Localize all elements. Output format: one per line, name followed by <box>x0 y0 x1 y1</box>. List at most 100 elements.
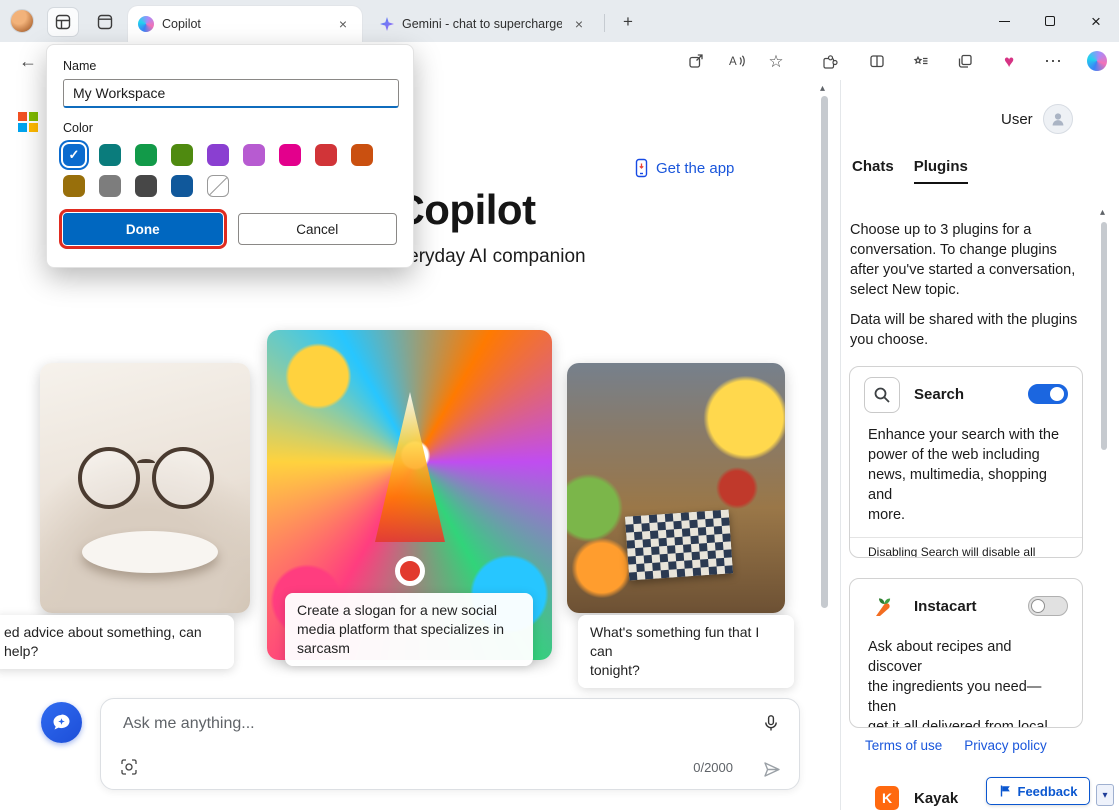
color-swatch-bronze[interactable] <box>63 175 85 197</box>
ellipsis-icon: ⋯ <box>1044 52 1062 70</box>
color-swatch-orange[interactable] <box>351 144 373 166</box>
plugin-description: Ask about recipes and discover the ingre… <box>850 635 1082 728</box>
char-counter: 0/2000 <box>693 760 733 775</box>
flag-icon <box>999 784 1012 798</box>
read-aloud-icon: A <box>728 53 745 69</box>
favorites-button[interactable] <box>905 46 937 76</box>
cancel-button[interactable]: Cancel <box>238 213 398 245</box>
browser-window: Copilot × Gemini - chat to supercharge y… <box>0 0 1119 810</box>
maximize-button[interactable] <box>1027 0 1073 42</box>
collections-icon <box>957 53 973 69</box>
split-screen-icon <box>869 53 885 69</box>
main-scrollbar-thumb[interactable] <box>821 96 828 608</box>
color-swatch-none[interactable] <box>207 175 229 197</box>
kayak-icon: K <box>875 786 899 810</box>
color-swatch-darkgray[interactable] <box>135 175 157 197</box>
minimize-button[interactable] <box>981 0 1027 42</box>
workspace-name-input[interactable] <box>63 79 399 108</box>
tab-gemini[interactable]: Gemini - chat to supercharge yo × <box>370 9 598 39</box>
workspaces-button[interactable] <box>48 8 78 36</box>
color-swatch-red[interactable] <box>315 144 337 166</box>
feedback-button[interactable]: Feedback <box>986 777 1090 805</box>
svg-text:A: A <box>729 56 737 68</box>
new-topic-button[interactable] <box>41 702 82 743</box>
tab-chats[interactable]: Chats <box>852 158 894 184</box>
chat-bubble-icon <box>51 712 72 733</box>
heart-icon: ♥ <box>1004 53 1014 70</box>
tab-close-icon[interactable]: × <box>570 15 588 33</box>
done-button[interactable]: Done <box>63 213 223 245</box>
plugin-card-kayak-partial: K Kayak <box>875 786 958 810</box>
titlebar: Copilot × Gemini - chat to supercharge y… <box>0 0 1119 42</box>
tab-copilot[interactable]: Copilot × <box>128 6 362 42</box>
prompt-card-glasses[interactable] <box>40 363 250 613</box>
ms-logo-yellow <box>29 123 38 132</box>
user-label: User <box>1001 111 1033 128</box>
tab-actions-icon <box>97 14 113 30</box>
feedback-label: Feedback <box>1018 784 1078 799</box>
instacart-toggle[interactable] <box>1028 596 1068 616</box>
copilot-sidebar-button[interactable] <box>1081 46 1113 76</box>
color-swatch-magenta[interactable] <box>279 144 301 166</box>
plugin-header: Instacart <box>850 579 1082 635</box>
plugin-name: Kayak <box>914 790 958 807</box>
data-share-note: Data will be shared with the plugins you… <box>850 310 1080 350</box>
star-icon: ☆ <box>768 53 783 70</box>
color-swatch-teal[interactable] <box>99 144 121 166</box>
profile-avatar[interactable] <box>10 9 34 33</box>
name-label: Name <box>63 59 397 73</box>
workspace-edit-popup: Name Color Done Cancel <box>46 44 414 268</box>
plugin-name: Instacart <box>914 598 977 615</box>
glasses-graphic <box>137 459 155 467</box>
read-aloud-button[interactable]: A <box>720 46 752 76</box>
prompt-card-snacks[interactable] <box>567 363 785 613</box>
favorite-star-button[interactable]: ☆ <box>760 46 792 76</box>
search-toggle[interactable] <box>1028 384 1068 404</box>
microphone-button[interactable] <box>757 709 785 737</box>
microsoft-logo[interactable] <box>18 112 38 132</box>
share-button[interactable] <box>680 46 712 76</box>
prompt-caption: ed advice about something, can help? <box>0 615 234 669</box>
glasses-graphic <box>78 447 140 509</box>
color-swatch-purple[interactable] <box>207 144 229 166</box>
back-button[interactable]: ← <box>12 46 44 76</box>
visual-search-button[interactable] <box>115 753 143 781</box>
settings-more-button[interactable]: ⋯ <box>1037 46 1069 76</box>
panel-scroll-down-arrow[interactable]: ▾ <box>1096 784 1114 806</box>
prompt-caption: What's something fun that I can tonight? <box>578 615 794 688</box>
new-tab-button[interactable]: + <box>614 9 642 35</box>
chat-text-input[interactable] <box>123 712 683 736</box>
collections-button[interactable] <box>949 46 981 76</box>
color-swatch-green[interactable] <box>135 144 157 166</box>
tab-title: Copilot <box>162 17 326 31</box>
panel-scroll-up-arrow[interactable]: ▴ <box>1100 208 1105 218</box>
send-button[interactable] <box>757 755 785 783</box>
tab-plugins[interactable]: Plugins <box>914 158 968 184</box>
popup-buttons: Done Cancel <box>63 213 397 245</box>
color-swatch-row <box>63 144 397 166</box>
copilot-icon <box>1087 51 1107 71</box>
panel-scrollbar-thumb[interactable] <box>1101 222 1107 450</box>
copilot-side-panel: User Chats Plugins Choose up to 3 plugin… <box>841 80 1119 810</box>
color-swatch-gray[interactable] <box>99 175 121 197</box>
plugin-name: Search <box>914 386 964 403</box>
tab-title: Gemini - chat to supercharge yo <box>402 17 562 31</box>
extensions-button[interactable] <box>813 46 845 76</box>
tab-close-icon[interactable]: × <box>334 15 352 33</box>
popart-dot-graphic <box>395 556 425 586</box>
terms-link[interactable]: Terms of use <box>865 738 942 753</box>
color-swatch-navy[interactable] <box>171 175 193 197</box>
tab-actions-button[interactable] <box>90 8 120 36</box>
plugin-card-search: Search Enhance your search with the powe… <box>849 366 1083 558</box>
color-swatch-olive[interactable] <box>171 144 193 166</box>
scroll-up-arrow[interactable]: ▴ <box>820 84 825 94</box>
split-screen-button[interactable] <box>861 46 893 76</box>
browser-essentials-button[interactable]: ♥ <box>993 46 1025 76</box>
color-swatch-blue[interactable] <box>63 144 85 166</box>
plugin-card-instacart: Instacart Ask about recipes and discover… <box>849 578 1083 728</box>
close-button[interactable]: × <box>1073 0 1119 42</box>
color-swatch-orchid[interactable] <box>243 144 265 166</box>
privacy-link[interactable]: Privacy policy <box>964 738 1047 753</box>
get-the-app-link[interactable]: Get the app <box>634 158 734 178</box>
user-account[interactable]: User <box>1001 104 1073 134</box>
